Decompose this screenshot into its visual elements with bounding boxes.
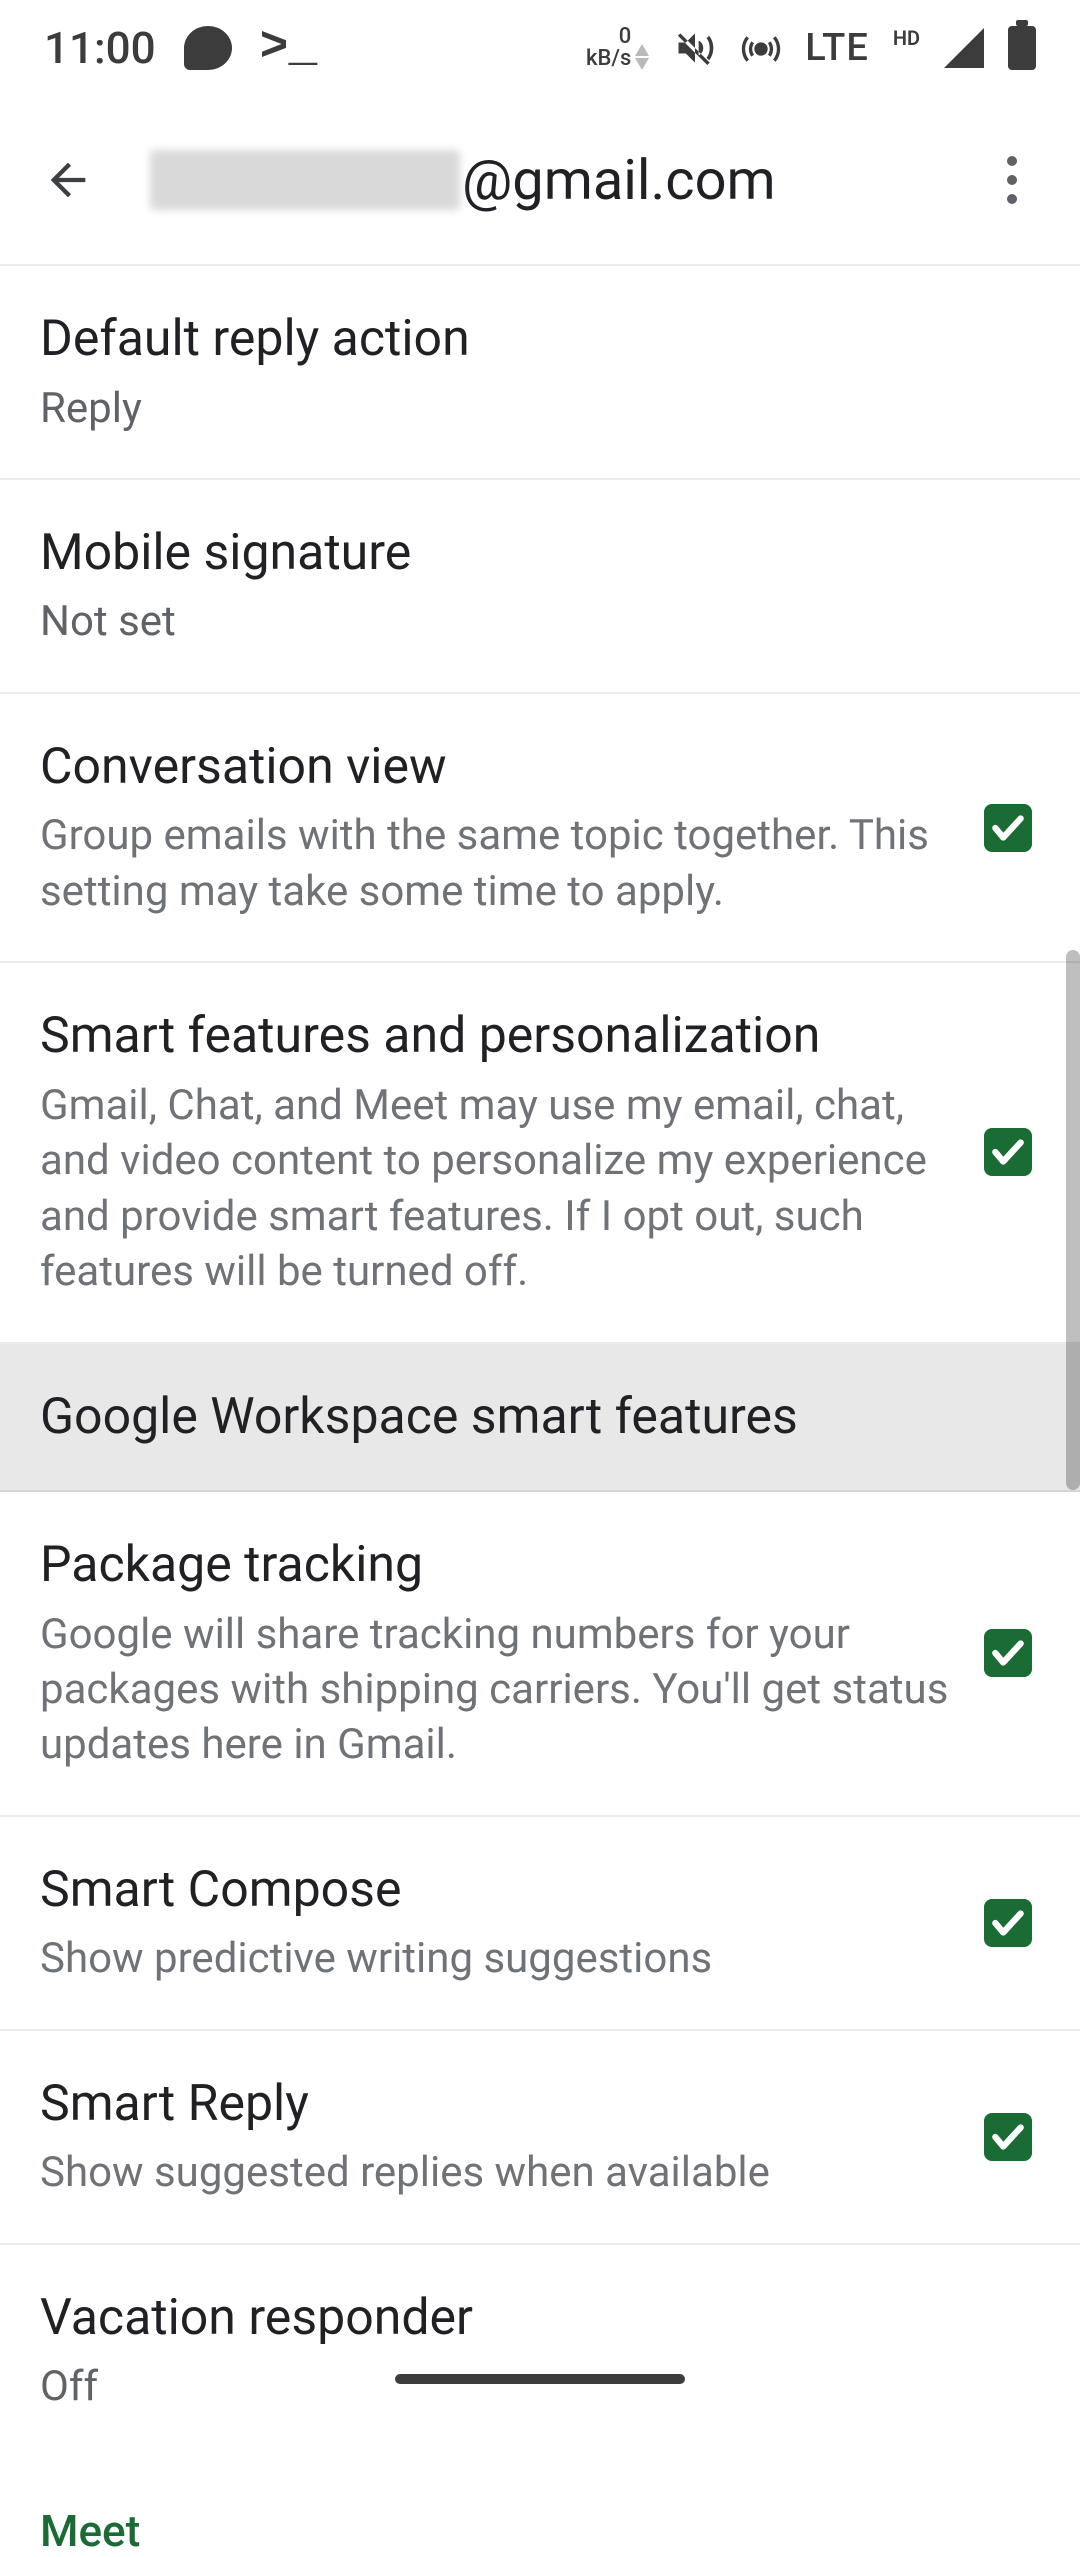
- setting-title: Smart features and personalization: [40, 1005, 954, 1068]
- scrollbar[interactable]: [1066, 950, 1080, 1490]
- setting-title: Default reply action: [40, 308, 1040, 371]
- setting-title: Smart Compose: [40, 1859, 954, 1922]
- settings-list[interactable]: Default reply action Reply Mobile signat…: [0, 266, 1080, 2557]
- setting-value: Not set: [40, 594, 1040, 649]
- setting-smart-features-personalization[interactable]: Smart features and personalization Gmail…: [0, 963, 1080, 1343]
- setting-package-tracking[interactable]: Package tracking Google will share track…: [0, 1492, 1080, 1817]
- setting-description: Google will share tracking numbers for y…: [40, 1607, 954, 1773]
- mute-icon: [673, 26, 717, 70]
- setting-default-reply-action[interactable]: Default reply action Reply: [0, 266, 1080, 480]
- smart-compose-checkbox[interactable]: [984, 1899, 1032, 1947]
- setting-description: Gmail, Chat, and Meet may use my email, …: [40, 1078, 954, 1300]
- setting-title: Vacation responder: [40, 2287, 1040, 2350]
- setting-title: Google Workspace smart features: [40, 1386, 1040, 1449]
- setting-description: Show predictive writing suggestions: [40, 1931, 954, 1986]
- status-time: 11:00: [44, 22, 156, 74]
- data-rate-value: 0: [586, 26, 631, 48]
- setting-title: Smart Reply: [40, 2073, 954, 2136]
- lte-label: LTE: [805, 26, 869, 70]
- status-bar: 11:00 >_ 0 kB/s LTE HD: [0, 0, 1080, 96]
- smart-reply-checkbox[interactable]: [984, 2113, 1032, 2161]
- setting-title: Conversation view: [40, 736, 954, 799]
- terminal-icon: >_: [260, 21, 318, 75]
- section-header-meet: Meet: [0, 2457, 1080, 2557]
- battery-icon: [1008, 26, 1036, 70]
- package-tracking-checkbox[interactable]: [984, 1629, 1032, 1677]
- setting-description: Group emails with the same topic togethe…: [40, 808, 954, 919]
- setting-smart-compose[interactable]: Smart Compose Show predictive writing su…: [0, 1817, 1080, 2031]
- more-options-button[interactable]: [980, 148, 1044, 212]
- setting-description: Show suggested replies when available: [40, 2145, 954, 2200]
- setting-smart-reply[interactable]: Smart Reply Show suggested replies when …: [0, 2031, 1080, 2245]
- setting-google-workspace-smart-features[interactable]: Google Workspace smart features: [0, 1344, 1080, 1493]
- back-button[interactable]: [36, 148, 100, 212]
- hotspot-icon: [741, 28, 781, 68]
- account-title: @gmail.com: [150, 147, 776, 213]
- home-indicator[interactable]: [395, 2374, 685, 2384]
- setting-mobile-signature[interactable]: Mobile signature Not set: [0, 480, 1080, 694]
- smart-features-checkbox[interactable]: [984, 1128, 1032, 1176]
- setting-conversation-view[interactable]: Conversation view Group emails with the …: [0, 694, 1080, 963]
- account-name-redacted: [150, 150, 460, 210]
- setting-value: Reply: [40, 381, 1040, 436]
- setting-title: Mobile signature: [40, 522, 1040, 585]
- account-suffix: @gmail.com: [462, 147, 776, 213]
- data-rate-unit: kB/s: [586, 48, 631, 70]
- app-bar: @gmail.com: [0, 96, 1080, 266]
- setting-value: Off: [40, 2359, 1040, 2414]
- chat-notification-icon: [184, 26, 232, 70]
- conversation-view-checkbox[interactable]: [984, 804, 1032, 852]
- data-rate-icon: 0 kB/s: [586, 26, 649, 70]
- setting-title: Package tracking: [40, 1534, 954, 1597]
- hd-label: HD: [893, 26, 920, 50]
- signal-icon: [944, 28, 984, 68]
- setting-vacation-responder[interactable]: Vacation responder Off: [0, 2245, 1080, 2457]
